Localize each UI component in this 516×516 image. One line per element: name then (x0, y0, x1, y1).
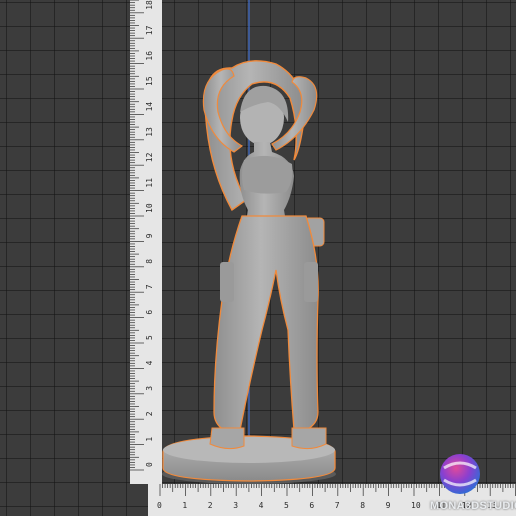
vertical-ruler-label: 8 (145, 259, 154, 264)
scene: 0123456789101112131415161718 01234567891… (130, 0, 516, 516)
vertical-ruler-label: 14 (145, 102, 154, 112)
horizontal-ruler-label: 5 (284, 501, 289, 510)
horizontal-ruler-label: 9 (386, 501, 391, 510)
watermark: MONA3DSTUDIO (430, 450, 516, 514)
vertical-ruler-label: 3 (145, 386, 154, 391)
model-foot-left (209, 427, 245, 450)
model-cargo-pocket-right (304, 262, 318, 302)
horizontal-ruler-label: 3 (233, 501, 238, 510)
vertical-ruler-label: 2 (145, 411, 154, 416)
horizontal-ruler-label: 2 (208, 501, 213, 510)
3d-viewport[interactable]: 0 1 2 3 4 5 6 7 8 9 10 11 12 13 14 15 16 17 18 01234567891… (0, 0, 516, 516)
vertical-ruler-label: 9 (145, 233, 154, 238)
vertical-ruler-label: 13 (145, 127, 154, 137)
vertical-ruler-label: 16 (145, 51, 154, 61)
horizontal-ruler-label: 0 (157, 501, 162, 510)
horizontal-ruler-label: 10 (411, 501, 421, 510)
model-top (242, 155, 293, 194)
vertical-ruler-label: 7 (145, 284, 154, 289)
model-cargo-pocket-left (220, 262, 234, 302)
horizontal-ruler-label: 7 (335, 501, 340, 510)
vertical-ruler-label: 15 (145, 76, 154, 86)
vertical-ruler-label: 0 (145, 462, 154, 467)
vertical-ruler-label: 1 (145, 437, 154, 442)
horizontal-ruler-label: 8 (360, 501, 365, 510)
model-pants (213, 215, 319, 431)
vertical-ruler: 0123456789101112131415161718 (130, 0, 162, 484)
vertical-ruler-label: 4 (145, 360, 154, 365)
vertical-ruler-label: 18 (145, 0, 154, 10)
vertical-ruler-label: 5 (145, 335, 154, 340)
vertical-ruler-label: 12 (145, 152, 154, 162)
horizontal-ruler-label: 1 (182, 501, 187, 510)
vertical-ruler-label: 17 (145, 25, 154, 35)
watermark-label: MONA3DSTUDIO (430, 500, 516, 512)
horizontal-ruler-label: 4 (259, 501, 264, 510)
vertical-ruler-label: 10 (145, 203, 154, 213)
vertical-ruler-label: 6 (145, 310, 154, 315)
horizontal-ruler-label: 6 (309, 501, 314, 510)
model-foot-right (291, 427, 327, 450)
vertical-ruler-label: 11 (145, 178, 154, 188)
